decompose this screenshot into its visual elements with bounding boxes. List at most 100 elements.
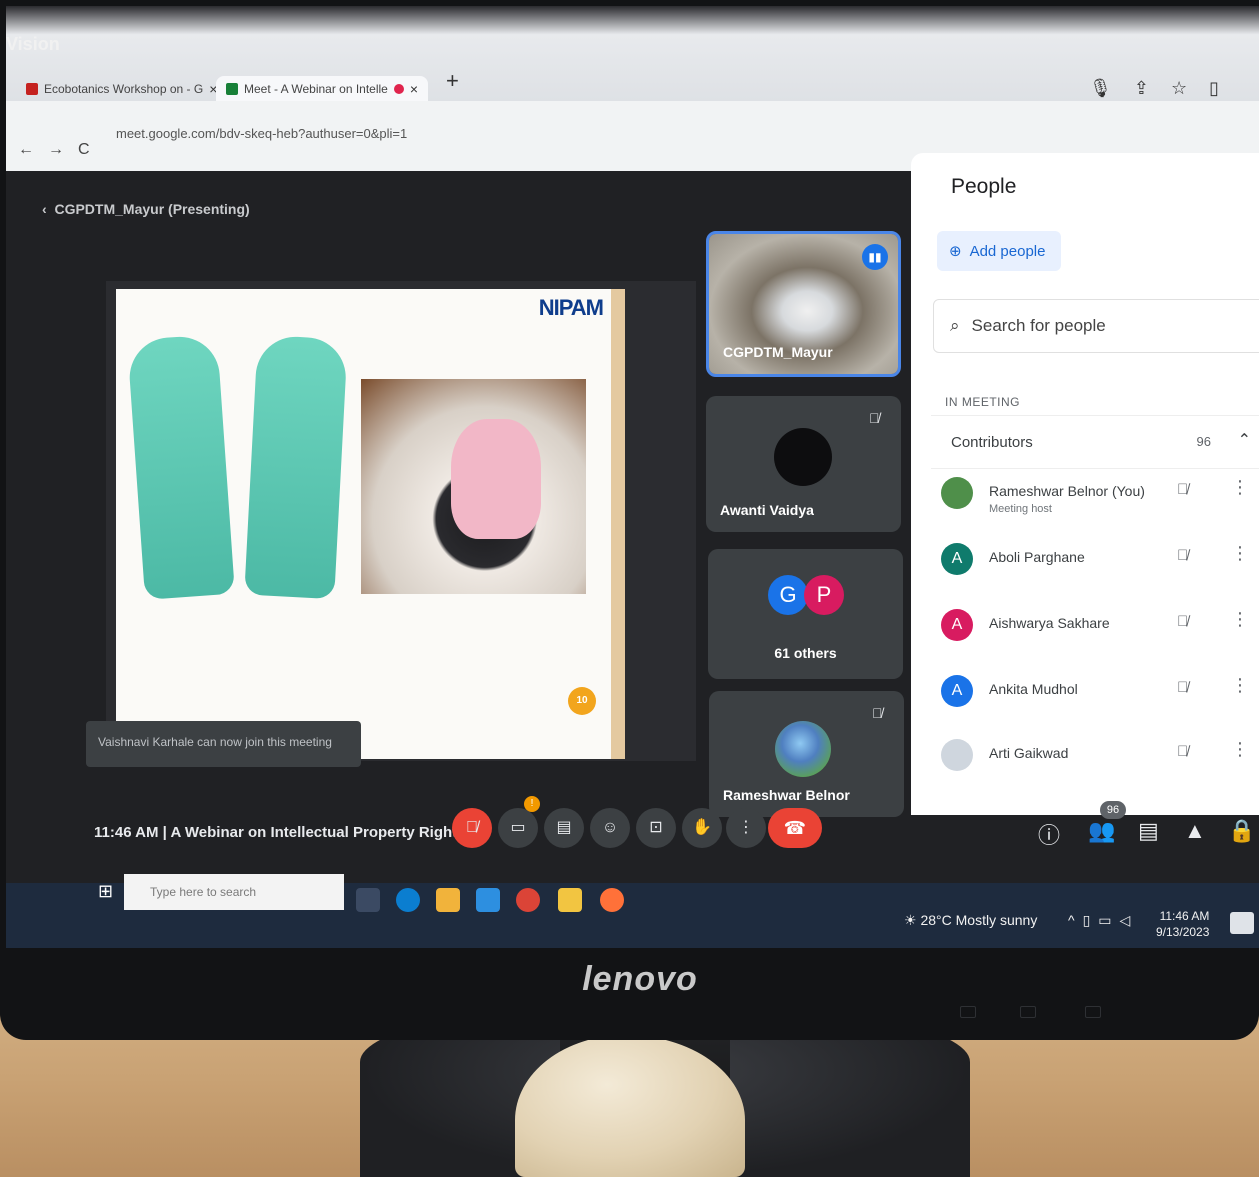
participant-tile-awanti[interactable]: 🎙̸ Awanti Vaidya bbox=[706, 396, 901, 532]
mic-icon[interactable]: 🎙 bbox=[1089, 78, 1134, 98]
star-icon[interactable]: ☆ bbox=[1171, 78, 1209, 98]
avatar bbox=[774, 428, 832, 486]
mic-off-icon[interactable]: 🎙̸ bbox=[1177, 547, 1188, 564]
chevron-up-icon[interactable]: ⌃ bbox=[1238, 430, 1251, 450]
participant-row[interactable]: Rameshwar Belnor (You) Meeting host 🎙̸ ⋮ bbox=[941, 471, 1259, 521]
browser-tab-bar: Vision Ecobotanics Workshop on - G × Mee… bbox=[6, 6, 1259, 102]
participant-tile-rameshwar[interactable]: 🎙̸ Rameshwar Belnor bbox=[709, 691, 904, 817]
system-tray: ^▯▭◁ bbox=[1068, 912, 1138, 929]
glove-image-right bbox=[244, 334, 348, 600]
more-options-icon[interactable]: ⋮ bbox=[1231, 609, 1249, 630]
mic-off-icon[interactable]: 🎙̸ bbox=[1177, 743, 1188, 760]
presenter-name: CGPDTM_Mayur (Presenting) bbox=[54, 201, 250, 217]
end-call-button[interactable]: ☎ bbox=[768, 808, 822, 848]
sidepanel-icon[interactable]: ▯ bbox=[1209, 78, 1241, 98]
add-people-button[interactable]: ⊕ Add people bbox=[937, 231, 1062, 271]
present-button[interactable]: ⊡ bbox=[636, 808, 676, 848]
mic-off-icon[interactable]: 🎙̸ bbox=[1177, 481, 1188, 498]
add-person-icon: ⊕ bbox=[949, 243, 962, 260]
participant-name: Rameshwar Belnor (You) bbox=[989, 483, 1145, 499]
meet-stage: ‹ CGPDTM_Mayur (Presenting) NIPAM 10 Vai… bbox=[6, 153, 1259, 883]
info-icon[interactable]: ⓘ bbox=[1038, 818, 1060, 850]
browser-toolbar-icons: 🎙⇪☆▯ bbox=[1089, 78, 1241, 99]
people-panel: People ⊕ Add people ⌕ Search for people … bbox=[911, 153, 1259, 815]
captions-button[interactable]: ▤ bbox=[544, 808, 584, 848]
screen: Vision Ecobotanics Workshop on - G × Mee… bbox=[6, 6, 1259, 948]
tab-label: Meet - A Webinar on Intelle bbox=[244, 82, 388, 96]
participant-name: CGPDTM_Mayur bbox=[723, 344, 833, 360]
avatar: A bbox=[941, 609, 973, 641]
participant-name: Ankita Mudhol bbox=[989, 681, 1078, 697]
mic-off-icon[interactable]: 🎙̸ bbox=[1177, 613, 1188, 630]
monitor-power-button[interactable] bbox=[1085, 1006, 1101, 1018]
join-notification: Vaishnavi Karhale can now join this meet… bbox=[86, 721, 361, 767]
task-view-icon[interactable] bbox=[356, 888, 380, 912]
tab-ecobotanics[interactable]: Ecobotanics Workshop on - G × bbox=[16, 76, 227, 102]
mic-off-icon: 🎙̸ bbox=[872, 705, 883, 721]
participant-row[interactable]: A Ankita Mudhol 🎙̸ ⋮ bbox=[941, 669, 1259, 719]
store-icon[interactable] bbox=[558, 888, 582, 912]
people-icon[interactable]: 👥 bbox=[1088, 818, 1115, 844]
chrome-icon[interactable] bbox=[516, 888, 540, 912]
search-people-input[interactable]: ⌕ Search for people bbox=[933, 299, 1259, 353]
more-options-icon[interactable]: ⋮ bbox=[1231, 739, 1249, 760]
presenting-label: ‹ CGPDTM_Mayur (Presenting) bbox=[42, 201, 250, 217]
more-options-button[interactable]: ⋮ bbox=[726, 808, 766, 848]
participant-tile-others[interactable]: G P 61 others bbox=[708, 549, 903, 679]
taskbar-search-input[interactable]: Type here to search bbox=[124, 874, 344, 910]
avatar: P bbox=[804, 575, 844, 615]
url-field[interactable]: meet.google.com/bdv-skeq-heb?authuser=0&… bbox=[116, 126, 407, 141]
monitor-button[interactable] bbox=[960, 1006, 976, 1018]
participant-name: Rameshwar Belnor bbox=[723, 787, 850, 803]
weather-widget[interactable]: ☀ 28°C Mostly sunny bbox=[904, 912, 1037, 929]
host-controls-icon[interactable]: 🔒 bbox=[1228, 818, 1255, 844]
mail-icon[interactable] bbox=[476, 888, 500, 912]
notifications-icon[interactable] bbox=[1230, 912, 1254, 934]
back-icon[interactable]: ← bbox=[18, 141, 48, 158]
mic-off-icon[interactable]: 🎙̸ bbox=[1177, 679, 1188, 696]
file-explorer-icon[interactable] bbox=[436, 888, 460, 912]
tab-meet[interactable]: Meet - A Webinar on Intelle × bbox=[216, 76, 429, 102]
activities-icon[interactable]: ▲ bbox=[1184, 818, 1206, 844]
more-options-icon[interactable]: ⋮ bbox=[1231, 477, 1249, 498]
volume-icon[interactable]: ◁ bbox=[1120, 912, 1139, 928]
network-icon[interactable]: ▭ bbox=[1098, 912, 1119, 928]
mic-toggle-button[interactable]: 🎙̸ bbox=[452, 808, 492, 848]
emoji-button[interactable]: ☺ bbox=[590, 808, 630, 848]
chevron-up-icon[interactable]: ^ bbox=[1068, 912, 1083, 928]
slide-logo: NIPAM bbox=[538, 295, 604, 320]
chat-icon[interactable]: ▤ bbox=[1138, 818, 1159, 844]
camera-toggle-button[interactable]: ▭ bbox=[498, 808, 538, 848]
more-options-icon[interactable]: ⋮ bbox=[1231, 543, 1249, 564]
avatar: A bbox=[941, 675, 973, 707]
raise-hand-button[interactable]: ✋ bbox=[682, 808, 722, 848]
meet-tray-icon[interactable]: ▯ bbox=[1083, 912, 1099, 928]
participant-row[interactable]: A Aboli Parghane 🎙̸ ⋮ bbox=[941, 537, 1259, 587]
reload-icon[interactable]: C bbox=[78, 141, 104, 158]
others-count-label: 61 others bbox=[774, 645, 837, 661]
navigation-buttons: ←→C bbox=[18, 141, 104, 159]
people-panel-title: People bbox=[951, 175, 1017, 198]
more-options-icon[interactable]: ⋮ bbox=[1231, 675, 1249, 696]
participant-row[interactable]: Arti Gaikwad 🎙̸ ⋮ bbox=[941, 733, 1259, 783]
tab-favicon bbox=[26, 83, 38, 95]
avatar bbox=[775, 721, 831, 777]
contributors-group[interactable]: Contributors 96 ⌃ bbox=[931, 415, 1259, 469]
participant-row[interactable]: A Aishwarya Sakhare 🎙̸ ⋮ bbox=[941, 603, 1259, 653]
participant-tile-presenter[interactable]: ▮▮ CGPDTM_Mayur bbox=[706, 231, 901, 377]
people-count-badge: 96 bbox=[1100, 801, 1126, 819]
taskbar-clock[interactable]: 11:46 AM 9/13/2023 bbox=[1156, 908, 1209, 940]
firefox-icon[interactable] bbox=[600, 888, 624, 912]
monitor-button[interactable] bbox=[1020, 1006, 1036, 1018]
presentation-slide: NIPAM 10 bbox=[116, 289, 625, 759]
share-icon[interactable]: ⇪ bbox=[1134, 78, 1171, 98]
new-tab-icon[interactable]: + bbox=[446, 68, 459, 94]
app-corner-label: Vision bbox=[6, 34, 60, 54]
windows-start-icon[interactable]: ⊞ bbox=[98, 881, 118, 901]
avatar bbox=[941, 477, 973, 509]
monitor-brand-logo: lenovo bbox=[582, 960, 698, 998]
edge-icon[interactable] bbox=[396, 888, 420, 912]
avatar: G bbox=[768, 575, 808, 615]
close-icon[interactable]: × bbox=[410, 81, 418, 97]
forward-icon[interactable]: → bbox=[48, 141, 78, 158]
